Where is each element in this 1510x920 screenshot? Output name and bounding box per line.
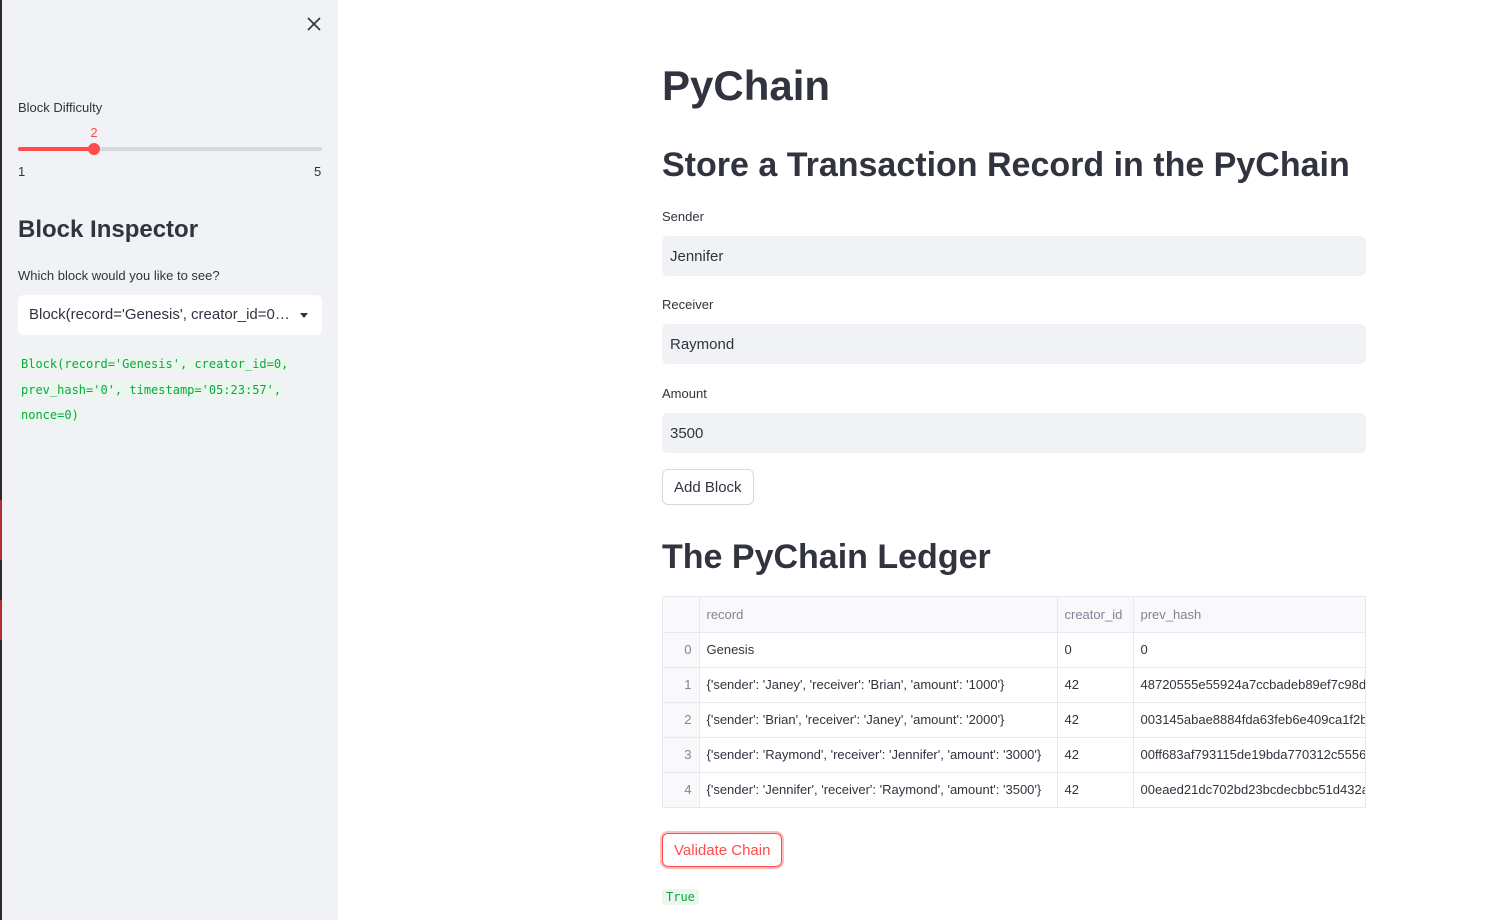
ledger-heading: The PyChain Ledger [662, 538, 991, 576]
prev-hash-cell: 00ff683af793115de19bda770312c5556 [1133, 737, 1365, 773]
receiver-label: Receiver [662, 297, 714, 312]
slider-label: Block Difficulty [18, 100, 103, 115]
creator-id-cell: 42 [1057, 737, 1134, 773]
record-cell: {'sender': 'Brian', 'receiver': 'Janey',… [699, 702, 1058, 738]
column-header[interactable]: creator_id [1057, 597, 1134, 633]
creator-id-cell: 42 [1057, 702, 1134, 738]
block-select-value: Block(record='Genesis', creator_id=0, pr… [29, 306, 322, 323]
prev-hash-cell: 003145abae8884fda63feb6e409ca1f2b0 [1133, 702, 1365, 738]
row-index: 0 [663, 632, 700, 668]
prev-hash-cell: 0 [1133, 632, 1365, 668]
close-icon [307, 17, 321, 31]
sender-label: Sender [662, 209, 704, 224]
slider-value: 2 [90, 125, 98, 140]
record-cell: Genesis [699, 632, 1058, 668]
slider-min-label: 1 [18, 164, 26, 179]
row-index: 1 [663, 667, 700, 703]
column-header[interactable]: record [699, 597, 1058, 633]
table-row[interactable]: 4 {'sender': 'Jennifer', 'receiver': 'Ra… [663, 772, 1365, 807]
chevron-down-icon [300, 313, 308, 318]
table-row[interactable]: 2 {'sender': 'Brian', 'receiver': 'Janey… [663, 702, 1365, 738]
record-cell: {'sender': 'Raymond', 'receiver': 'Jenni… [699, 737, 1058, 773]
validation-result: True [662, 889, 699, 905]
block-details-text: Block(record='Genesis', creator_id=0, pr… [18, 356, 292, 423]
row-index: 2 [663, 702, 700, 738]
add-block-button[interactable]: Add Block [662, 469, 754, 505]
table-row[interactable]: 0 Genesis 0 0 [663, 632, 1365, 668]
block-inspector-heading: Block Inspector [18, 216, 199, 243]
amount-label: Amount [662, 386, 707, 401]
amount-input[interactable] [662, 413, 1366, 453]
row-index: 4 [663, 772, 700, 807]
receiver-input[interactable] [662, 324, 1366, 364]
ledger-table[interactable]: record creator_id prev_hash 0 Genesis 0 … [662, 596, 1366, 808]
column-header[interactable]: prev_hash [1133, 597, 1365, 633]
creator-id-cell: 0 [1057, 632, 1134, 668]
table-row[interactable]: 1 {'sender': 'Janey', 'receiver': 'Brian… [663, 667, 1365, 703]
prev-hash-cell: 48720555e55924a7ccbadeb89ef7c98d4 [1133, 667, 1365, 703]
slider-fill [18, 147, 94, 151]
prev-hash-cell: 00eaed21dc702bd23bcdecbbc51d432a [1133, 772, 1365, 807]
page-title: PyChain [662, 62, 831, 109]
creator-id-cell: 42 [1057, 772, 1134, 807]
sidebar: Block Difficulty 2 1 5 Block Inspector W… [2, 0, 338, 920]
index-header [663, 597, 700, 633]
difficulty-slider[interactable] [18, 143, 322, 155]
table-header-row: record creator_id prev_hash [663, 597, 1365, 633]
record-cell: {'sender': 'Jennifer', 'receiver': 'Raym… [699, 772, 1058, 807]
block-details-code: Block(record='Genesis', creator_id=0, pr… [18, 352, 318, 429]
table-row[interactable]: 3 {'sender': 'Raymond', 'receiver': 'Jen… [663, 737, 1365, 773]
block-select-label: Which block would you like to see? [18, 268, 220, 283]
slider-max-label: 5 [314, 164, 322, 179]
sender-input[interactable] [662, 236, 1366, 276]
form-heading: Store a Transaction Record in the PyChai… [662, 146, 1350, 184]
creator-id-cell: 42 [1057, 667, 1134, 703]
validate-chain-button[interactable]: Validate Chain [662, 833, 783, 867]
close-sidebar-button[interactable] [302, 12, 326, 36]
slider-thumb[interactable] [88, 143, 100, 155]
record-cell: {'sender': 'Janey', 'receiver': 'Brian',… [699, 667, 1058, 703]
block-select[interactable]: Block(record='Genesis', creator_id=0, pr… [18, 295, 322, 335]
row-index: 3 [663, 737, 700, 773]
